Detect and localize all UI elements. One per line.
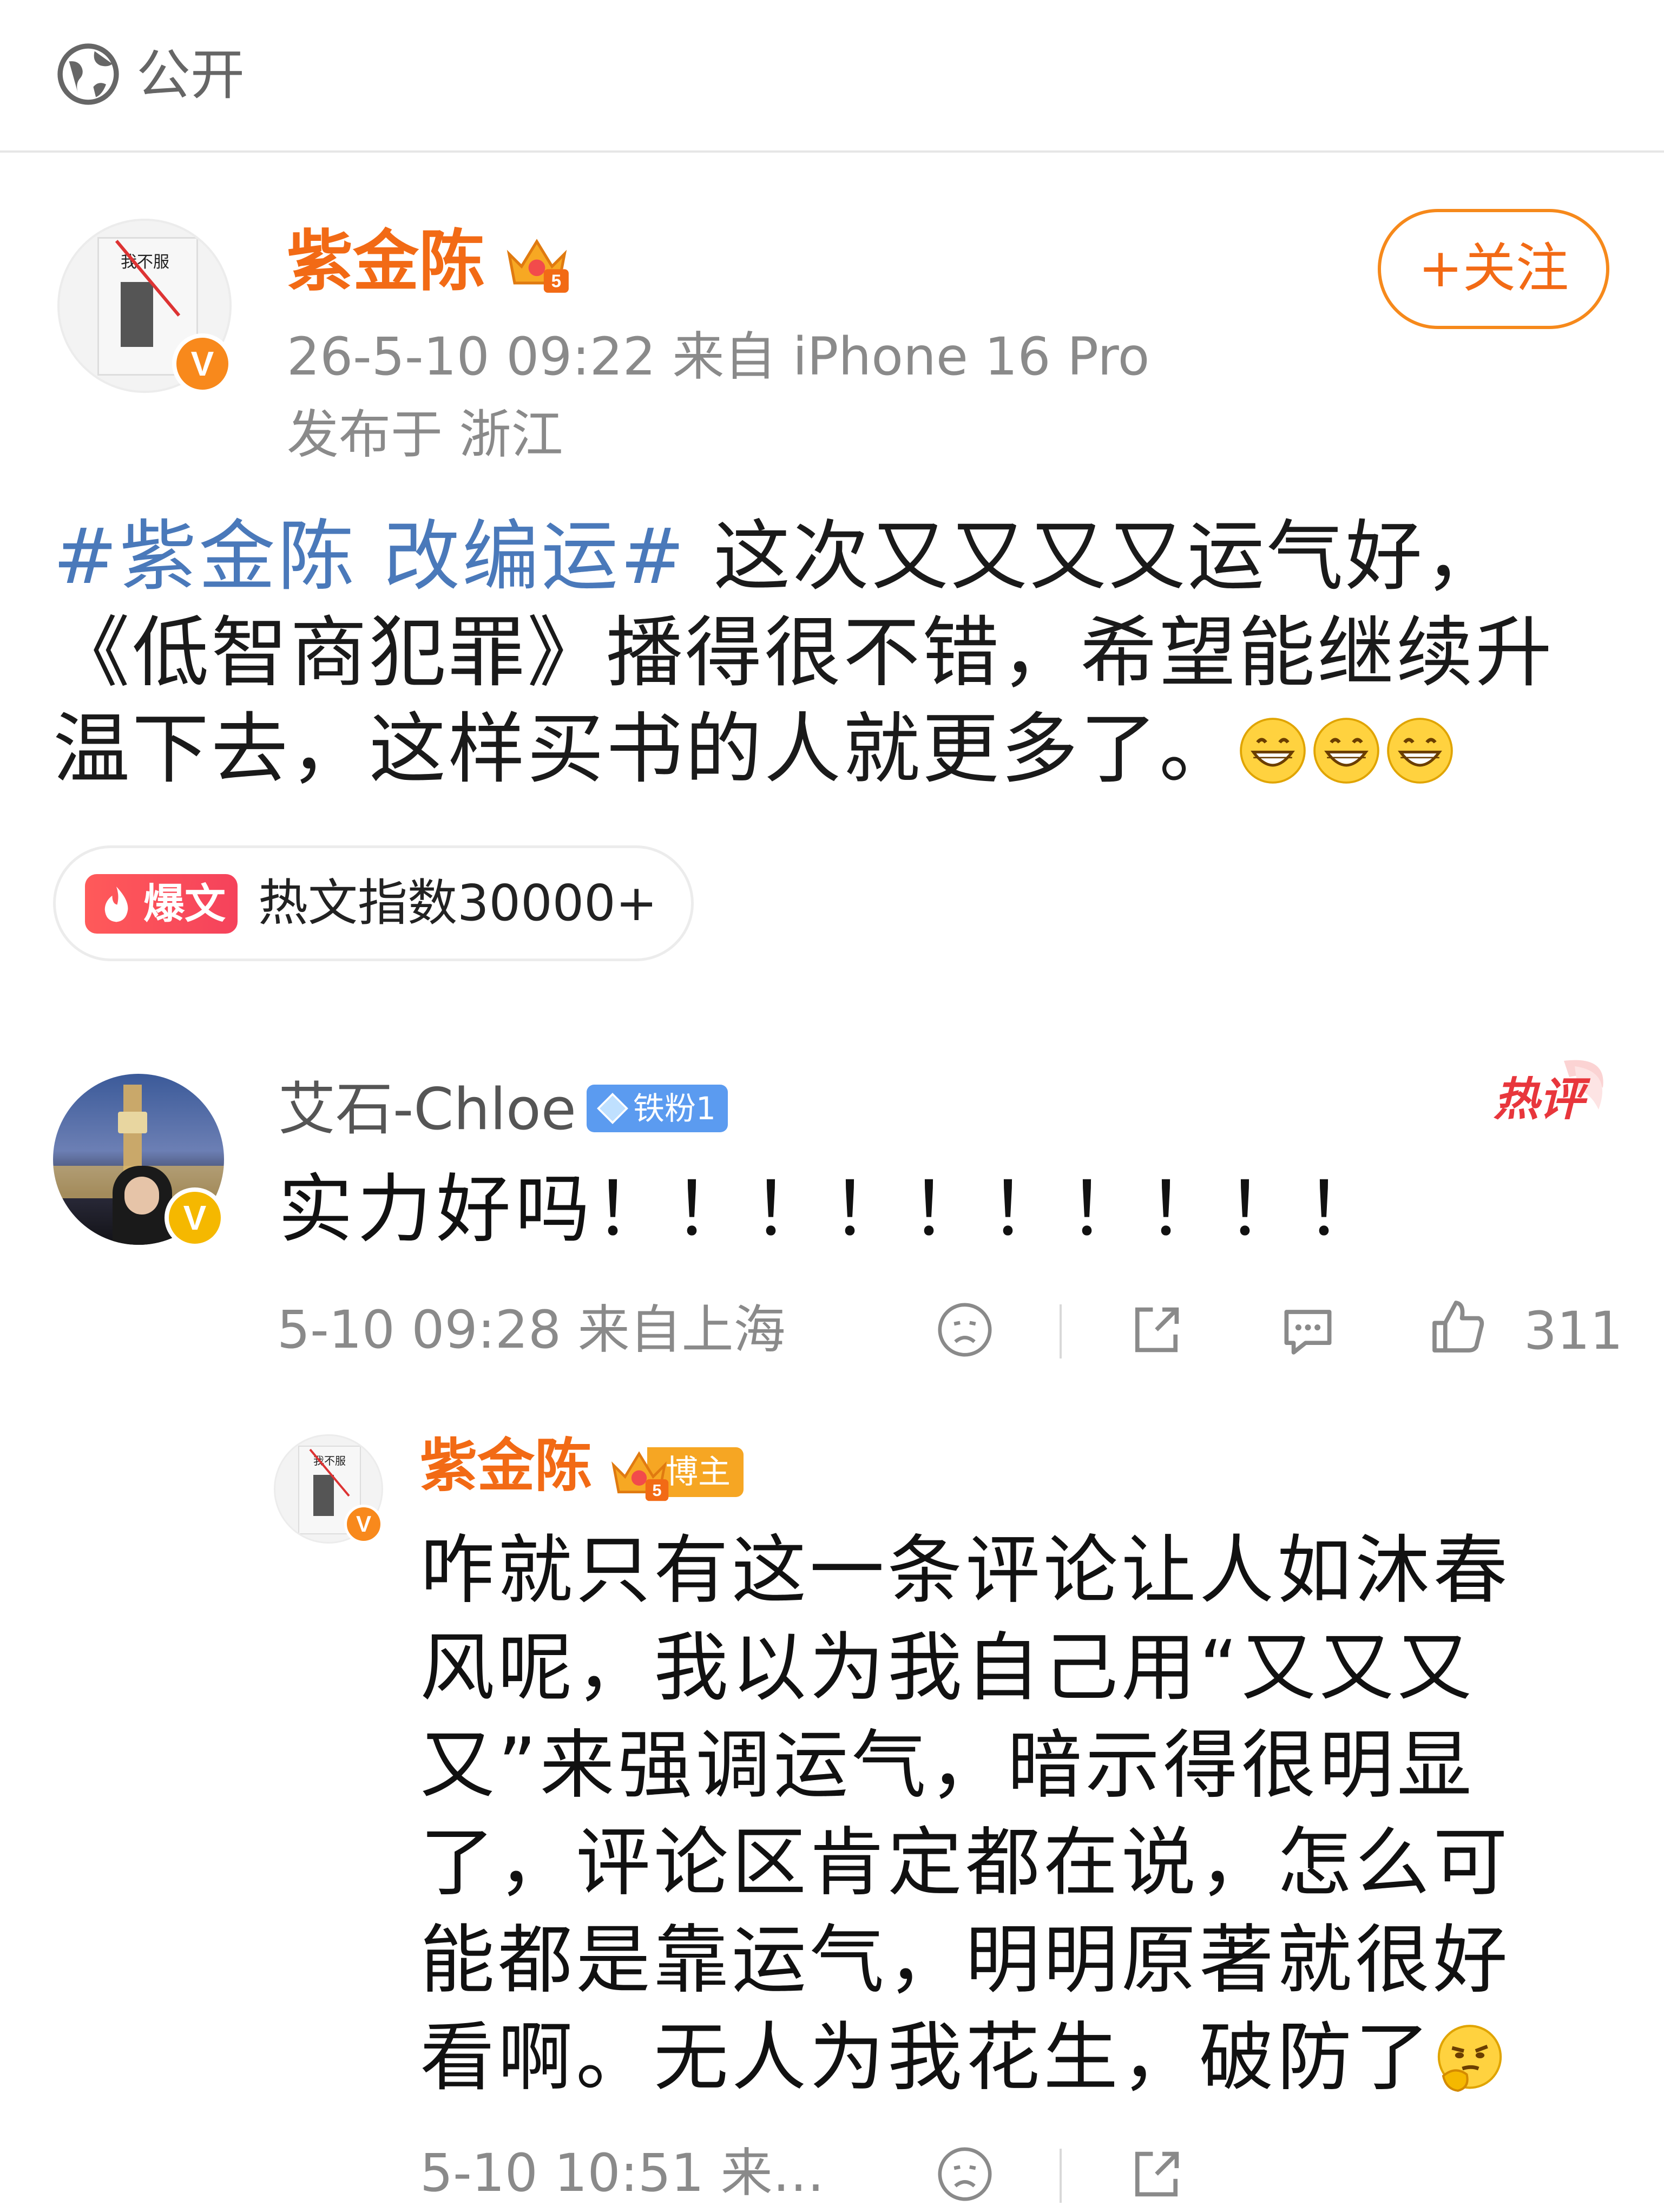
author-name[interactable]: 紫金陈	[287, 221, 485, 302]
hot-badge-label: 爆文	[143, 879, 226, 928]
reply-text-content: 咋就只有这一条评论让人如沐春风呢，我以为我自己用“又又又又”来强调运气，暗示得很…	[420, 1527, 1511, 2101]
grin-emoji-icon	[1387, 718, 1453, 784]
share-icon[interactable]	[1127, 2144, 1186, 2204]
thinking-emoji-icon	[1437, 2025, 1502, 2092]
reply-bubble-icon[interactable]	[1278, 1300, 1338, 1360]
follow-button[interactable]: +关注	[1378, 209, 1609, 329]
hot-post-tag[interactable]: 爆文 热文指数30000+	[53, 845, 694, 961]
hot-index-text: 热文指数30000+	[258, 874, 657, 932]
like-count: 311	[1524, 1301, 1623, 1361]
post-body: #紫金陈 改编运# 这次又又又又运气好，《低智商犯罪》播得很不错，希望能继续升温…	[53, 509, 1601, 798]
diamond-icon	[597, 1093, 628, 1124]
like-thumb-icon[interactable]	[1429, 1297, 1488, 1356]
post-location: 发布于 浙江	[287, 404, 563, 465]
comment-text: 实力好吗！！！！！！！！！！	[278, 1166, 1385, 1253]
verified-badge-icon: V	[165, 1187, 225, 1248]
share-icon[interactable]	[1127, 1300, 1186, 1360]
reply-text: 咋就只有这一条评论让人如沐春风呢，我以为我自己用“又又又又”来强调运气，暗示得很…	[420, 1522, 1556, 2106]
hot-badge: 爆文	[85, 874, 238, 934]
action-divider	[1060, 1304, 1062, 1358]
crown-level-icon: 5	[507, 239, 569, 293]
comment-meta: 5-10 09:28 来自上海	[277, 1299, 786, 1360]
commenter-name[interactable]: 艾石-Chloe	[278, 1072, 576, 1147]
visibility-bar	[0, 0, 1664, 153]
bottom-fade-overlay	[1245, 2111, 1664, 2212]
verified-badge-icon: V	[172, 333, 233, 394]
fan-badge-label: 铁粉1	[633, 1090, 716, 1127]
topic-link[interactable]: #紫金陈 改编运#	[53, 512, 687, 601]
dislike-face-icon[interactable]	[935, 2144, 995, 2204]
svg-text:5: 5	[551, 272, 562, 292]
grin-emoji-icon	[1240, 718, 1306, 784]
reply-meta: 5-10 10:51 来…	[420, 2143, 825, 2203]
svg-text:5: 5	[653, 1481, 662, 1500]
verified-badge-icon: V	[344, 1505, 383, 1544]
action-divider	[1060, 2149, 1062, 2203]
hot-comment-label: 热评	[1494, 1073, 1591, 1126]
visibility-label[interactable]: 公开	[136, 40, 245, 110]
post-meta: 26-5-10 09:22 来自 iPhone 16 Pro	[287, 326, 1150, 387]
grin-emoji-icon	[1313, 718, 1379, 784]
flame-icon	[104, 887, 128, 922]
crown-level-icon: 5	[611, 1451, 669, 1501]
dislike-face-icon[interactable]	[935, 1300, 995, 1360]
globe-icon	[57, 43, 119, 105]
fan-badge: 铁粉1	[587, 1085, 728, 1132]
hot-comment-badge: 热评	[1494, 1060, 1603, 1126]
reply-author-name[interactable]: 紫金陈	[420, 1431, 592, 1501]
